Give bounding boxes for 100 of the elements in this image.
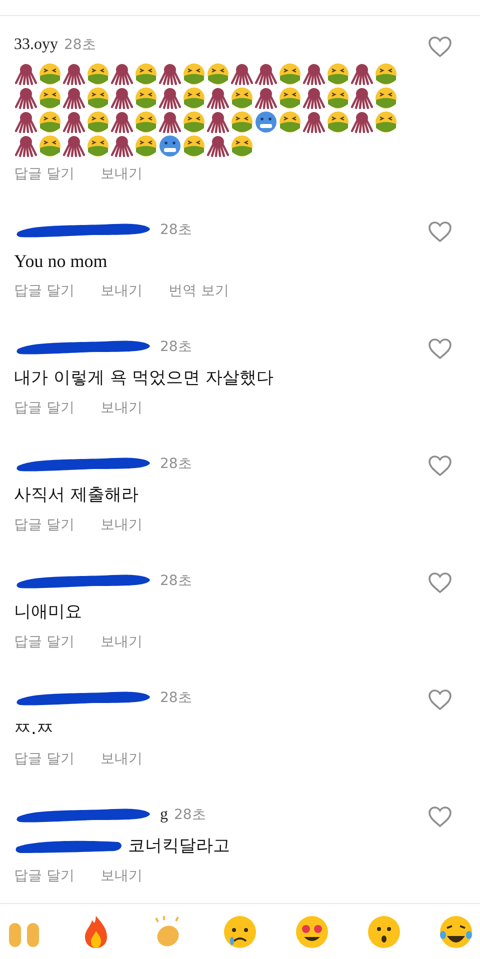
nauseated-face-icon	[184, 64, 204, 84]
comment-text: 코너킥달라고	[128, 835, 230, 858]
comment-action-link[interactable]: 답글 달기	[14, 513, 74, 537]
heart-icon[interactable]	[428, 338, 452, 360]
octopus-icon	[158, 88, 182, 110]
nauseated-face-icon	[88, 88, 108, 108]
octopus-icon	[350, 88, 374, 110]
nauseated-face-icon	[88, 112, 108, 132]
heart-icon[interactable]	[428, 455, 452, 477]
comment-action-link[interactable]: 답글 달기	[14, 162, 74, 186]
octopus-icon	[110, 88, 134, 110]
nauseated-face-icon	[280, 112, 300, 132]
octopus-icon	[14, 112, 38, 134]
heart-icon[interactable]	[428, 572, 452, 594]
octopus-icon	[110, 136, 134, 158]
nauseated-face-icon	[232, 112, 252, 132]
nauseated-face-icon	[328, 88, 348, 108]
nauseated-face-icon	[40, 136, 60, 156]
octopus-icon	[302, 64, 326, 86]
octopus-icon	[206, 88, 230, 110]
comment-text: ㅉ.ㅉ	[14, 718, 54, 741]
cold-face-icon	[256, 112, 276, 132]
nauseated-face-icon	[136, 136, 156, 156]
comment-time: 28초	[160, 455, 192, 473]
nauseated-face-icon	[232, 88, 252, 108]
nauseated-face-icon	[184, 88, 204, 108]
comment-text: 니애미요	[14, 601, 83, 624]
octopus-icon	[62, 88, 86, 110]
octopus-icon	[14, 64, 38, 86]
raised-hands-icon[interactable]	[9, 923, 39, 947]
nauseated-face-icon	[280, 64, 300, 84]
comment-time: 28초	[160, 689, 192, 707]
octopus-icon	[14, 136, 38, 158]
octopus-icon	[158, 112, 182, 134]
octopus-icon	[62, 136, 86, 158]
octopus-icon	[302, 88, 326, 110]
comment-action-link[interactable]: 보내기	[100, 279, 142, 303]
nauseated-face-icon	[280, 88, 300, 108]
octopus-icon	[62, 112, 86, 134]
comment-action-link[interactable]: 보내기	[100, 396, 142, 420]
octopus-icon	[254, 88, 278, 110]
nauseated-face-icon	[40, 64, 60, 84]
octopus-icon	[230, 64, 254, 86]
nauseated-face-icon	[328, 112, 348, 132]
comment-action-link[interactable]: 답글 달기	[14, 630, 74, 654]
nauseated-face-icon	[136, 64, 156, 84]
username[interactable]: g	[160, 806, 168, 824]
nauseated-face-icon	[136, 112, 156, 132]
heart-icon[interactable]	[428, 689, 452, 711]
octopus-icon	[254, 64, 278, 86]
comment-time: 28초	[160, 572, 192, 590]
cold-face-icon	[160, 136, 180, 156]
comment-action-link[interactable]: 답글 달기	[14, 279, 74, 303]
nauseated-face-icon	[184, 112, 204, 132]
username[interactable]: 33.oyy	[14, 36, 58, 54]
nauseated-face-icon	[376, 64, 396, 84]
comment-action-link[interactable]: 보내기	[100, 747, 142, 771]
comment-action-link[interactable]: 보내기	[100, 513, 142, 537]
comment-time: 28초	[160, 338, 192, 356]
octopus-icon	[350, 112, 374, 134]
comment-action-link[interactable]: 보내기	[100, 864, 142, 888]
comment-time: 28초	[174, 806, 206, 824]
octopus-icon	[206, 136, 230, 158]
clapping-hands-icon[interactable]	[155, 915, 179, 946]
comment-action-link[interactable]: 답글 달기	[14, 396, 74, 420]
octopus-icon	[158, 64, 182, 86]
nauseated-face-icon	[208, 64, 228, 84]
octopus-icon	[110, 64, 134, 86]
octopus-icon	[110, 112, 134, 134]
comment-action-link[interactable]: 보내기	[100, 630, 142, 654]
heart-icon[interactable]	[428, 221, 452, 243]
octopus-icon	[206, 112, 230, 134]
comment-action-link[interactable]: 번역 보기	[168, 279, 229, 303]
nauseated-face-icon	[40, 112, 60, 132]
nauseated-face-icon	[88, 136, 108, 156]
heart-icon[interactable]	[428, 36, 452, 58]
nauseated-face-icon	[184, 136, 204, 156]
comment-action-link[interactable]: 답글 달기	[14, 864, 74, 888]
laughing-tears-face-icon[interactable]	[440, 916, 472, 948]
comment-action-link[interactable]: 답글 달기	[14, 747, 74, 771]
surprised-face-icon[interactable]	[368, 916, 400, 948]
nauseated-face-icon	[376, 88, 396, 108]
comment-text: You no mom	[14, 250, 108, 273]
fire-icon[interactable]	[85, 916, 107, 948]
crying-face-icon[interactable]	[224, 916, 256, 948]
nauseated-face-icon	[136, 88, 156, 108]
comment-action-link[interactable]: 보내기	[100, 162, 142, 186]
octopus-icon	[302, 112, 326, 134]
nauseated-face-icon	[232, 136, 252, 156]
comment-time: 28초	[64, 36, 96, 54]
nauseated-face-icon	[40, 88, 60, 108]
comment-time: 28초	[160, 221, 192, 239]
octopus-icon	[14, 88, 38, 110]
heart-icon[interactable]	[428, 806, 452, 828]
nauseated-face-icon	[376, 112, 396, 132]
heart-eyes-face-icon[interactable]	[296, 916, 328, 948]
comment-text: 사직서 제출해라	[14, 484, 140, 507]
octopus-icon	[350, 64, 374, 86]
comment-text: 내가 이렇게 욕 먹었으면 자살했다	[14, 367, 275, 390]
octopus-icon	[62, 64, 86, 86]
